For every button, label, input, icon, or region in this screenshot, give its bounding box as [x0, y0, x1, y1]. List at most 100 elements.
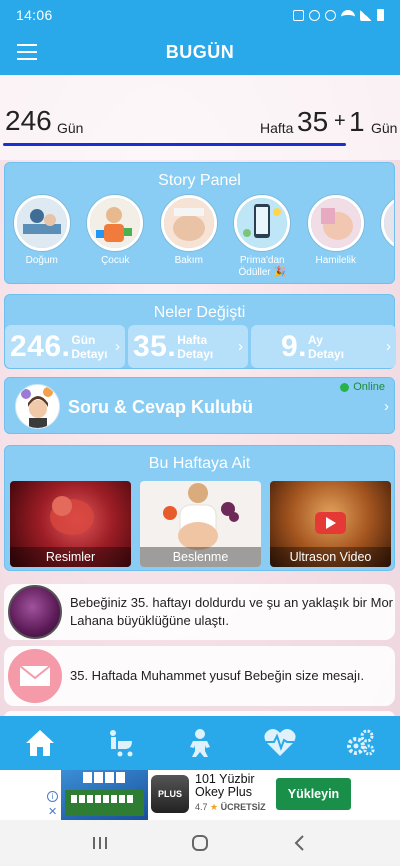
chevron-right-icon: › [384, 398, 389, 415]
menu-icon[interactable] [17, 44, 37, 60]
days-count: 246 [5, 105, 52, 136]
changes-tiles: 246. Gün Detayı › 35. Hafta Detayı › 9. Ay… [5, 325, 396, 368]
app-bar: BUGÜN [0, 30, 400, 75]
app-notification-icon [293, 9, 304, 21]
ad-app-title: 101 Yüzbir Okey Plus [195, 772, 255, 799]
mute-icon [325, 9, 336, 21]
this-week-title: Bu Haftaya Ait [148, 455, 251, 472]
nutrition-item[interactable]: Beslenme [140, 481, 261, 567]
tile-label: Hafta Detayı [177, 332, 214, 361]
heart-pulse-icon [264, 729, 296, 756]
status-icons [293, 9, 384, 21]
envelope-icon [8, 649, 62, 703]
story-label: Hamilelik [315, 255, 357, 266]
recent-apps-button[interactable] [85, 831, 115, 855]
tile-number: 35. [133, 329, 177, 363]
story-panel-title: Story Panel [158, 172, 241, 189]
signal-icon [360, 9, 372, 21]
recent-apps-icon [93, 837, 107, 849]
this-week-panel: Bu Haftaya Ait Resimler Beslenme Ultraso… [4, 445, 395, 571]
story-rewards[interactable]: Prima'dan Ödüller 🎉 [226, 195, 300, 279]
story-care[interactable]: Bakım [152, 195, 226, 279]
week-count: 35 [297, 106, 329, 137]
story-child[interactable]: Çocuk [79, 195, 153, 279]
cabbage-icon [8, 585, 62, 639]
chevron-right-icon: › [238, 338, 243, 355]
battery-icon [377, 9, 384, 21]
pregnancy-story-icon [307, 195, 364, 251]
story-pregnancy[interactable]: Hamilelik [299, 195, 373, 279]
home-button[interactable] [185, 831, 215, 855]
ad-game-image [61, 770, 148, 820]
alarm-icon [309, 9, 320, 21]
tile-label: Gün Detayı [71, 332, 108, 361]
pregnancy-counter: 246 Gün Hafta 35 + 1 Gün [0, 75, 400, 160]
ad-rating: 4.7 ★ ÜCRETSİZ [195, 802, 266, 812]
nav-settings[interactable] [340, 723, 380, 763]
qa-avatar [15, 384, 60, 429]
care-story-icon [160, 195, 217, 251]
pregnancy-progress-bar [3, 143, 346, 146]
extra-days-unit: Gün [371, 120, 398, 136]
story-label: Doğum [25, 255, 58, 266]
qa-club-title: Soru & Cevap Kulubü [68, 397, 254, 417]
qa-club-card[interactable]: Soru & Cevap Kulubü Online › [4, 377, 395, 434]
baby-icon [190, 729, 210, 757]
story-panel: Story Panel Doğum Çocuk Bakım Prima'dan … [4, 162, 395, 284]
story-birth[interactable]: Doğum [5, 195, 79, 279]
tile-number: 9. [281, 329, 308, 363]
star-icon: ★ [210, 802, 219, 812]
chevron-right-icon: › [115, 338, 120, 355]
page-title: BUGÜN [165, 42, 235, 62]
month-detail-tile[interactable]: 9. Ay Detayı › [251, 325, 396, 368]
story-next[interactable]: B [373, 195, 394, 279]
plus-sign: + [334, 110, 346, 132]
story-label: Çocuk [101, 255, 130, 266]
status-bar: 14:06 [0, 0, 400, 30]
nutrition-label: Beslenme [140, 547, 261, 567]
baby-letter-message[interactable]: 35. Haftada Muhammet yusuf Bebeğin size … [4, 646, 395, 706]
settings-icon [347, 729, 375, 756]
changes-panel-title: Neler Değişti [153, 304, 246, 321]
tile-number: 246. [10, 329, 71, 363]
main-content: 246 Gün Hafta 35 + 1 Gün Story Panel Doğ… [0, 75, 400, 717]
ad-close-icon[interactable]: ✕ [48, 805, 57, 818]
nav-baby[interactable] [180, 723, 220, 763]
message-text: 35. Haftada Muhammet yusuf Bebeğin size … [70, 668, 365, 683]
extra-days-count: 1 [349, 106, 365, 137]
system-home-icon [192, 835, 208, 851]
back-button[interactable] [285, 831, 315, 855]
status-time: 14:06 [16, 7, 53, 23]
week-detail-tile[interactable]: 35. Hafta Detayı › [128, 325, 248, 368]
child-story-icon [87, 195, 144, 251]
next-story-icon [381, 195, 394, 251]
day-detail-tile[interactable]: 246. Gün Detayı › [5, 325, 125, 368]
ad-info-icon[interactable]: i [47, 791, 58, 802]
days-unit: Gün [57, 120, 84, 136]
baby-stroller-icon [110, 730, 133, 757]
back-icon [294, 835, 304, 851]
install-button[interactable]: Yükleyin [276, 778, 351, 810]
week-size-message[interactable]: Bebeğiniz 35. haftayı doldurdu ve şu an … [4, 584, 395, 640]
pictures-label: Resimler [10, 547, 131, 567]
ultrasound-video-label: Ultrason Video [270, 547, 391, 567]
story-list: Doğum Çocuk Bakım Prima'dan Ödüller 🎉 Ha… [5, 195, 394, 279]
nav-health[interactable] [260, 723, 300, 763]
system-navigation [0, 820, 400, 866]
changes-panel: Neler Değişti 246. Gün Detayı › 35. Hafta… [4, 294, 396, 369]
nav-baby-stroller[interactable] [100, 723, 140, 763]
chevron-right-icon: › [386, 338, 391, 355]
birth-story-icon [13, 195, 70, 251]
pictures-item[interactable]: Resimler [10, 481, 131, 567]
week-label: Hafta [260, 120, 294, 136]
home-icon [26, 730, 54, 756]
rewards-story-icon [234, 195, 291, 251]
message-text: Bebeğiniz 35. haftayı doldurdu ve şu an … [70, 595, 394, 628]
ultrasound-video-item[interactable]: Ultrason Video [270, 481, 391, 567]
nav-home[interactable] [20, 723, 60, 763]
tile-label: Ay Detayı [308, 332, 345, 361]
wifi-icon [341, 10, 355, 20]
this-week-items: Resimler Beslenme Ultrason Video [10, 481, 391, 567]
online-dot-icon [340, 382, 350, 392]
story-label: Prima'dan Ödüller 🎉 [238, 255, 286, 278]
